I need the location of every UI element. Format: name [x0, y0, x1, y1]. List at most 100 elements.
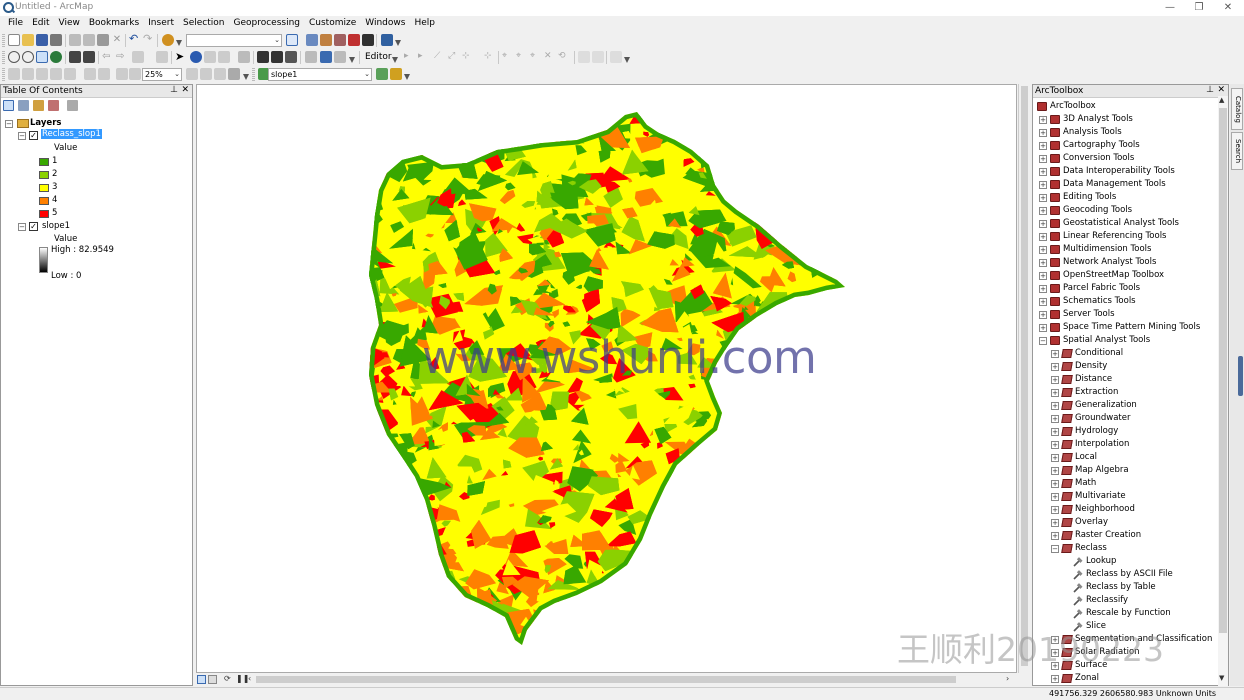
expand-icon[interactable]: + [1051, 519, 1059, 527]
list-by-selection-icon[interactable] [48, 100, 59, 111]
create-viewer-icon[interactable] [320, 51, 332, 63]
layer-name-selected[interactable]: Reclass_slop1 [41, 129, 102, 139]
select-by-rectangle-icon[interactable] [132, 51, 144, 63]
open-folder-icon[interactable] [22, 34, 34, 46]
next-extent-layout-icon[interactable] [129, 68, 141, 80]
editor-toolbar-toggle-icon[interactable] [286, 34, 298, 46]
fixed-zoom-in-icon[interactable] [69, 51, 81, 63]
scroll-down-icon[interactable]: ▼ [1219, 674, 1224, 682]
new-document-icon[interactable] [8, 34, 20, 46]
create-features-icon[interactable] [610, 51, 622, 63]
data-view-icon[interactable] [197, 675, 206, 684]
expand-icon[interactable]: + [1039, 155, 1047, 163]
change-layout-icon[interactable] [214, 68, 226, 80]
collapse-icon[interactable]: − [5, 120, 13, 128]
model-builder-icon[interactable] [381, 34, 393, 46]
menu-view[interactable]: View [55, 16, 85, 32]
expand-icon[interactable]: + [1039, 129, 1047, 137]
add-data-icon[interactable] [162, 34, 174, 46]
expand-icon[interactable]: + [1051, 454, 1059, 462]
save-icon[interactable] [36, 34, 48, 46]
expand-icon[interactable]: + [1039, 142, 1047, 150]
zoom-in-icon[interactable] [8, 51, 20, 63]
layer-name[interactable]: slope1 [42, 221, 70, 231]
menu-file[interactable]: File [4, 16, 28, 32]
layout-zoom-out-icon[interactable] [22, 68, 34, 80]
expand-icon[interactable]: + [1051, 441, 1059, 449]
expand-icon[interactable]: + [1051, 376, 1059, 384]
clear-selection-icon[interactable] [156, 51, 168, 63]
list-by-source-icon[interactable] [18, 100, 29, 111]
go-to-xy-icon[interactable] [285, 51, 297, 63]
expand-icon[interactable]: + [1039, 298, 1047, 306]
html-popup-icon[interactable] [218, 51, 230, 63]
attributes-icon[interactable] [578, 51, 590, 63]
layer-visibility-checkbox[interactable]: ✓ [29, 131, 38, 140]
catalog-window-icon[interactable] [320, 34, 332, 46]
trace-icon[interactable]: ⊹ [462, 51, 474, 63]
arctoolbox-icon[interactable] [348, 34, 360, 46]
layout-view-icon[interactable] [208, 675, 217, 684]
zoom-whole-page-icon[interactable] [50, 68, 62, 80]
arctoolbox-scrollbar[interactable]: ▲ ▼ [1218, 96, 1228, 686]
table-of-contents-icon[interactable] [306, 34, 318, 46]
rotate-tool-icon[interactable]: ⟲ [558, 51, 570, 63]
toc-options-icon[interactable] [67, 100, 78, 111]
scroll-left-icon[interactable]: ‹ [248, 674, 251, 683]
split-tool-icon[interactable]: ✕ [544, 51, 556, 63]
redo-icon[interactable]: ↷ [143, 33, 155, 46]
catalog-tab[interactable]: Catalog [1231, 88, 1243, 130]
pin-icon[interactable]: ⊥ [170, 85, 178, 95]
go-back-icon[interactable]: ⇦ [102, 51, 114, 63]
go-forward-icon[interactable]: ⇨ [116, 51, 128, 63]
zoom-out-icon[interactable] [22, 51, 34, 63]
histogram-icon[interactable] [390, 68, 402, 80]
expand-icon[interactable]: + [1051, 428, 1059, 436]
expand-icon[interactable]: + [1039, 246, 1047, 254]
identify-icon[interactable] [190, 51, 202, 63]
scroll-up-icon[interactable]: ▲ [1219, 96, 1224, 104]
full-extent-icon[interactable] [50, 51, 62, 63]
expand-icon[interactable]: + [1051, 467, 1059, 475]
maximize-button[interactable]: ❐ [1184, 0, 1214, 16]
cut-icon[interactable] [69, 34, 81, 46]
minimize-button[interactable]: — [1155, 0, 1185, 16]
print-icon[interactable] [50, 34, 62, 46]
expand-icon[interactable]: + [1039, 311, 1047, 319]
layer-visibility-checkbox[interactable]: ✓ [29, 222, 38, 231]
pan-icon[interactable] [36, 51, 48, 63]
toolbar-options-icon[interactable] [395, 40, 401, 46]
expand-icon[interactable]: + [1051, 389, 1059, 397]
expand-icon[interactable]: + [1051, 415, 1059, 423]
delete-icon[interactable]: ✕ [111, 34, 123, 46]
active-layer-combo[interactable]: slope1 ⌄ [268, 68, 372, 81]
arctoolbox-close-icon[interactable]: ✕ [1217, 85, 1225, 95]
expand-icon[interactable]: + [1039, 181, 1047, 189]
copy-icon[interactable] [83, 34, 95, 46]
create-contour-icon[interactable] [376, 68, 388, 80]
edit-tool-icon[interactable]: ▸ [404, 51, 416, 63]
expand-icon[interactable]: + [1039, 220, 1047, 228]
measure-icon[interactable] [238, 51, 250, 63]
expand-icon[interactable]: + [1051, 350, 1059, 358]
toolbar-grip[interactable] [2, 34, 5, 47]
menu-customize[interactable]: Customize [305, 16, 361, 32]
expand-icon[interactable]: + [1051, 506, 1059, 514]
expand-icon[interactable]: + [1051, 480, 1059, 488]
scrollbar-thumb[interactable] [1021, 86, 1028, 666]
expand-icon[interactable]: + [1051, 675, 1059, 683]
fixed-zoom-out-layout-icon[interactable] [98, 68, 110, 80]
expand-icon[interactable]: + [1039, 324, 1047, 332]
focus-data-frame-icon[interactable] [200, 68, 212, 80]
toc-close-icon[interactable]: ✕ [181, 85, 189, 95]
hyperlink-icon[interactable] [204, 51, 216, 63]
end-point-arc-icon[interactable]: ⤢ [448, 51, 460, 63]
sketch-properties-icon[interactable] [592, 51, 604, 63]
expand-icon[interactable]: + [1039, 207, 1047, 215]
layout-pan-icon[interactable] [36, 68, 48, 80]
edit-annotation-icon[interactable]: ▸ [418, 51, 430, 63]
scrollbar-thumb[interactable] [1219, 108, 1227, 633]
collapse-icon[interactable]: − [1039, 337, 1047, 345]
layout-zoom-in-icon[interactable] [8, 68, 20, 80]
expand-icon[interactable]: + [1051, 402, 1059, 410]
